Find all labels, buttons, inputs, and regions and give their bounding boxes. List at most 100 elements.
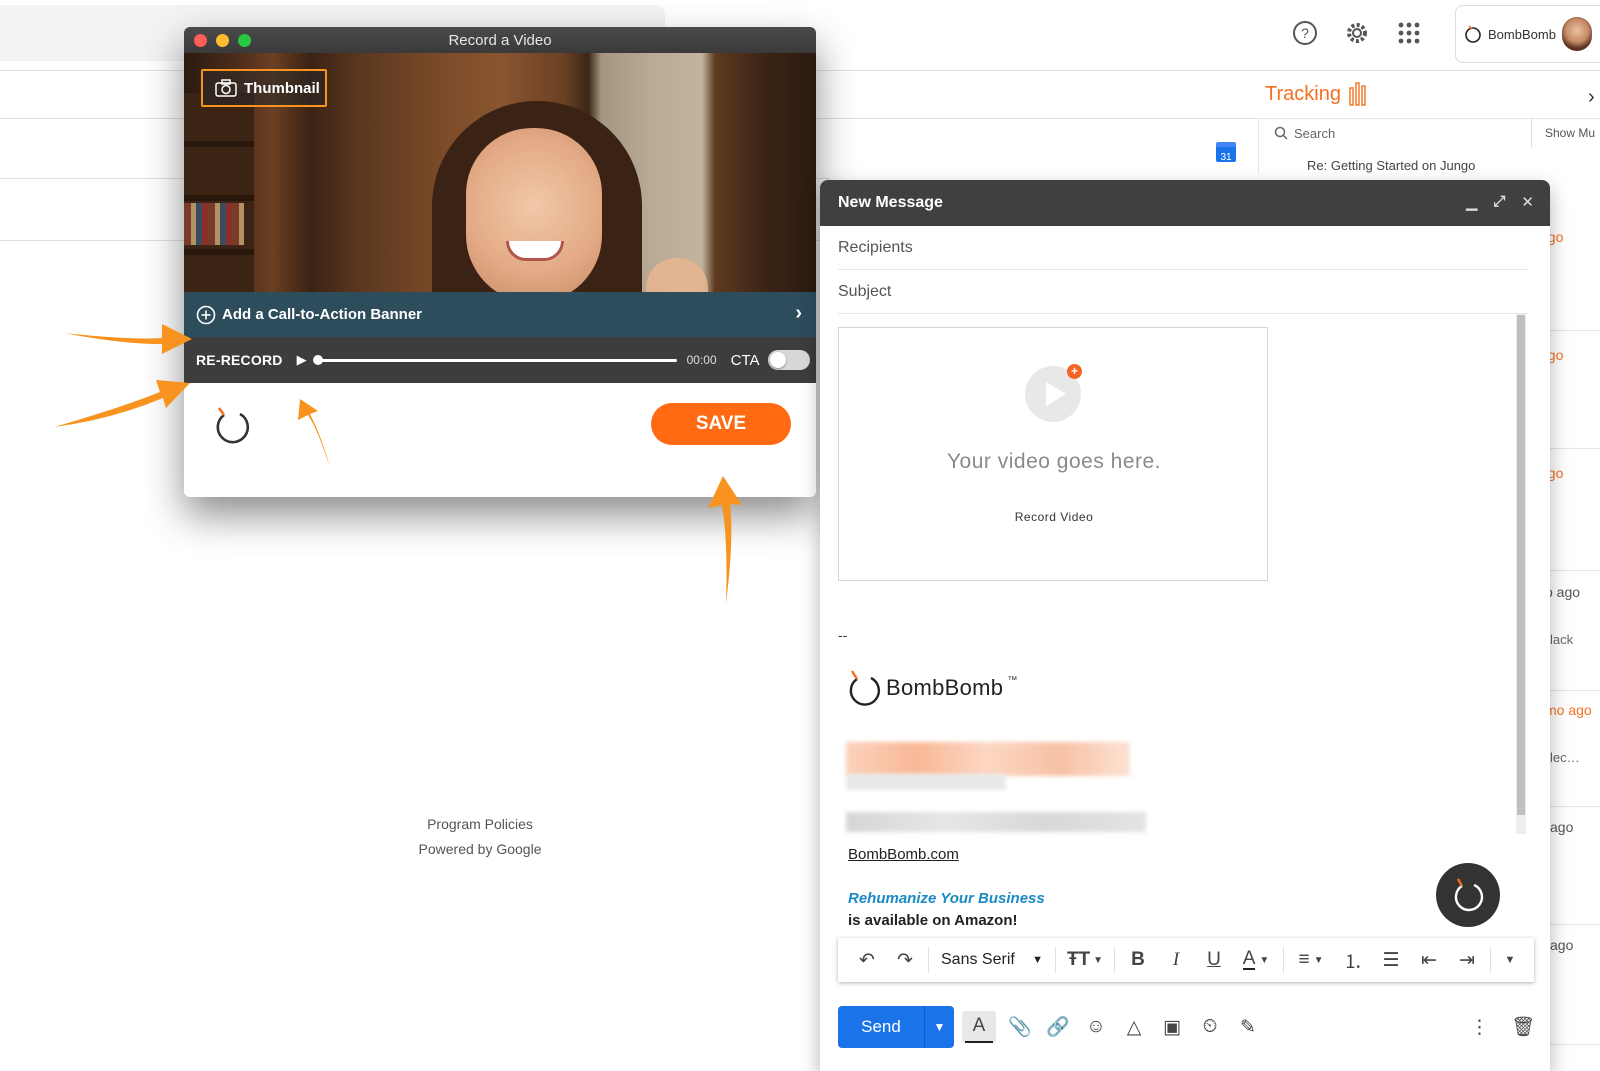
insert-photo-icon[interactable]: ▣ <box>1158 1011 1186 1043</box>
playback-time: 00:00 <box>686 353 717 367</box>
sidebar-snippet: lack <box>1550 632 1574 647</box>
text-color-icon[interactable]: A ▼ <box>1233 938 1279 982</box>
cta-toggle-label: CTA <box>730 351 760 369</box>
video-placeholder-text: Your video goes here. <box>946 450 1162 473</box>
confidential-mode-icon[interactable]: ⏲ <box>1196 1011 1224 1043</box>
toolbar-separator <box>1283 947 1284 973</box>
svg-text:?: ? <box>1301 25 1309 41</box>
sidebar-search-placeholder: Search <box>1294 125 1336 141</box>
sidebar-divider <box>1258 118 1600 119</box>
cta-banner-button[interactable]: Add a Call-to-Action Banner › <box>184 292 816 337</box>
formatting-options-icon[interactable]: A <box>962 1011 996 1043</box>
cta-banner-label: Add a Call-to-Action Banner <box>222 306 423 323</box>
sidebar-collapse-chevron-icon[interactable]: › <box>1588 86 1595 109</box>
align-icon[interactable]: ≡ ▼ <box>1288 938 1334 982</box>
show-more-button[interactable]: Show Mu <box>1545 126 1595 140</box>
tracking-bars-icon <box>1349 82 1366 106</box>
send-button[interactable]: Send <box>838 1006 924 1048</box>
minimize-icon[interactable]: ▁ <box>1466 193 1478 211</box>
sidebar-divider <box>1258 118 1259 174</box>
calendar-icon[interactable]: 31 <box>1216 142 1236 163</box>
settings-gear-icon[interactable] <box>1342 18 1372 48</box>
signature-separator: -- <box>838 627 848 643</box>
redacted-name <box>846 742 1130 776</box>
thumbnail-button[interactable]: Thumbnail <box>201 69 327 107</box>
thumbnail-label: Thumbnail <box>244 79 320 97</box>
font-family-select[interactable]: Sans Serif ▼ <box>933 938 1051 982</box>
compose-header[interactable]: New Message ▁ ⤢ ✕ <box>820 180 1550 226</box>
numbered-list-icon[interactable]: ⒈ <box>1334 938 1372 982</box>
sidebar-time-label: o ago <box>1545 584 1581 600</box>
account-brand-label: BombBomb <box>1488 26 1556 42</box>
signature-website-link[interactable]: BombBomb.com <box>848 846 959 863</box>
close-icon[interactable]: ✕ <box>1521 193 1534 211</box>
video-background-books <box>184 203 244 245</box>
window-titlebar[interactable]: Record a Video <box>184 27 816 53</box>
signature-brand: BombBomb <box>886 675 1004 700</box>
formatting-toolbar: ↶ ↷ Sans Serif ▼ ŦT ▼ B I U A ▼ ≡ ▼ ⒈ ☰ ⇤ ⇥… <box>838 938 1534 982</box>
more-options-icon[interactable]: ⋮ <box>1470 1016 1489 1039</box>
toolbar-separator <box>1490 947 1491 973</box>
sidebar-search-input[interactable]: Search <box>1262 118 1532 148</box>
record-video-window: Record a Video Thumbnail Add a Call-to-A… <box>184 27 816 497</box>
subject-field[interactable]: Subject <box>838 270 1528 314</box>
seek-knob[interactable] <box>312 354 323 365</box>
video-placeholder-card[interactable]: + Your video goes here. Record Video <box>838 327 1268 581</box>
sidebar-thread-subject[interactable]: Re: Getting Started on Jungo <box>1307 158 1475 173</box>
font-family-value: Sans Serif <box>941 951 1015 968</box>
indent-less-icon[interactable]: ⇤ <box>1410 938 1448 982</box>
signature-book-title[interactable]: Rehumanize Your Business <box>848 890 1045 907</box>
font-size-icon[interactable]: ŦT ▼ <box>1060 938 1110 982</box>
compose-title: New Message <box>838 194 943 211</box>
undo-icon[interactable]: ↶ <box>848 938 886 982</box>
compose-bottom-right: ⋮ 🗑 <box>1470 1006 1535 1048</box>
avatar[interactable] <box>1561 17 1592 51</box>
signature-book-line: is available on Amazon! <box>848 912 1018 929</box>
chevron-right-icon: › <box>795 302 802 324</box>
bombbomb-logo-icon <box>216 407 250 444</box>
play-icon[interactable]: ▶ <box>297 352 307 368</box>
program-policies-link[interactable]: Program Policies <box>380 812 580 837</box>
toolbar-separator <box>1114 947 1115 973</box>
help-icon[interactable]: ? <box>1290 18 1320 48</box>
apps-grid-icon[interactable] <box>1394 18 1424 48</box>
more-formatting-icon[interactable]: ▼ <box>1495 938 1525 982</box>
underline-icon[interactable]: U <box>1195 938 1233 982</box>
dropdown-arrow-icon: ▼ <box>1032 954 1043 966</box>
redacted-title <box>846 774 1006 790</box>
insert-emoji-icon[interactable]: ☺ <box>1082 1011 1110 1043</box>
record-video-link[interactable]: Record Video <box>839 510 1269 524</box>
tracking-label: Tracking <box>1265 82 1341 105</box>
window-title: Record a Video <box>448 31 552 49</box>
discard-trash-icon[interactable]: 🗑 <box>1511 1015 1535 1039</box>
bulleted-list-icon[interactable]: ☰ <box>1372 938 1410 982</box>
bombbomb-account-chip[interactable]: BombBomb <box>1455 5 1600 63</box>
playback-seek-bar[interactable] <box>312 354 677 365</box>
cta-toggle-switch[interactable] <box>767 350 810 370</box>
recipients-field[interactable]: Recipients <box>838 226 1528 270</box>
italic-icon[interactable]: I <box>1157 938 1195 982</box>
bold-icon[interactable]: B <box>1119 938 1157 982</box>
compose-bottom-toolbar: A 📎 🔗 ☺ △ ▣ ⏲ ✎ <box>962 1006 1262 1048</box>
indent-more-icon[interactable]: ⇥ <box>1448 938 1486 982</box>
compose-scrollbar-thumb[interactable] <box>1517 315 1525 815</box>
bombbomb-record-button[interactable] <box>1436 863 1500 927</box>
tracking-header[interactable]: Tracking <box>1265 82 1367 106</box>
send-options-dropdown-icon[interactable]: ▼ <box>924 1006 954 1048</box>
signature-pen-icon[interactable]: ✎ <box>1234 1011 1262 1043</box>
sidebar-time-label: mo ago <box>1545 702 1592 718</box>
attach-file-icon[interactable]: 📎 <box>1006 1011 1034 1043</box>
sidebar-time-label: ago <box>1550 819 1574 835</box>
redo-icon[interactable]: ↷ <box>886 938 924 982</box>
rerecord-button[interactable]: RE-RECORD <box>196 352 283 368</box>
insert-link-icon[interactable]: 🔗 <box>1044 1011 1072 1043</box>
recipients-placeholder: Recipients <box>838 238 913 256</box>
sidebar-time-label: ago <box>1550 937 1574 953</box>
google-drive-icon[interactable]: △ <box>1120 1011 1148 1043</box>
bombbomb-logo-icon <box>1465 25 1481 43</box>
annotation-arrow <box>54 380 190 427</box>
top-right-icons: ? <box>1290 18 1424 48</box>
expand-icon[interactable]: ⤢ <box>1493 193 1505 211</box>
send-button-group: Send ▼ <box>838 1006 954 1048</box>
save-button[interactable]: SAVE <box>651 403 791 445</box>
